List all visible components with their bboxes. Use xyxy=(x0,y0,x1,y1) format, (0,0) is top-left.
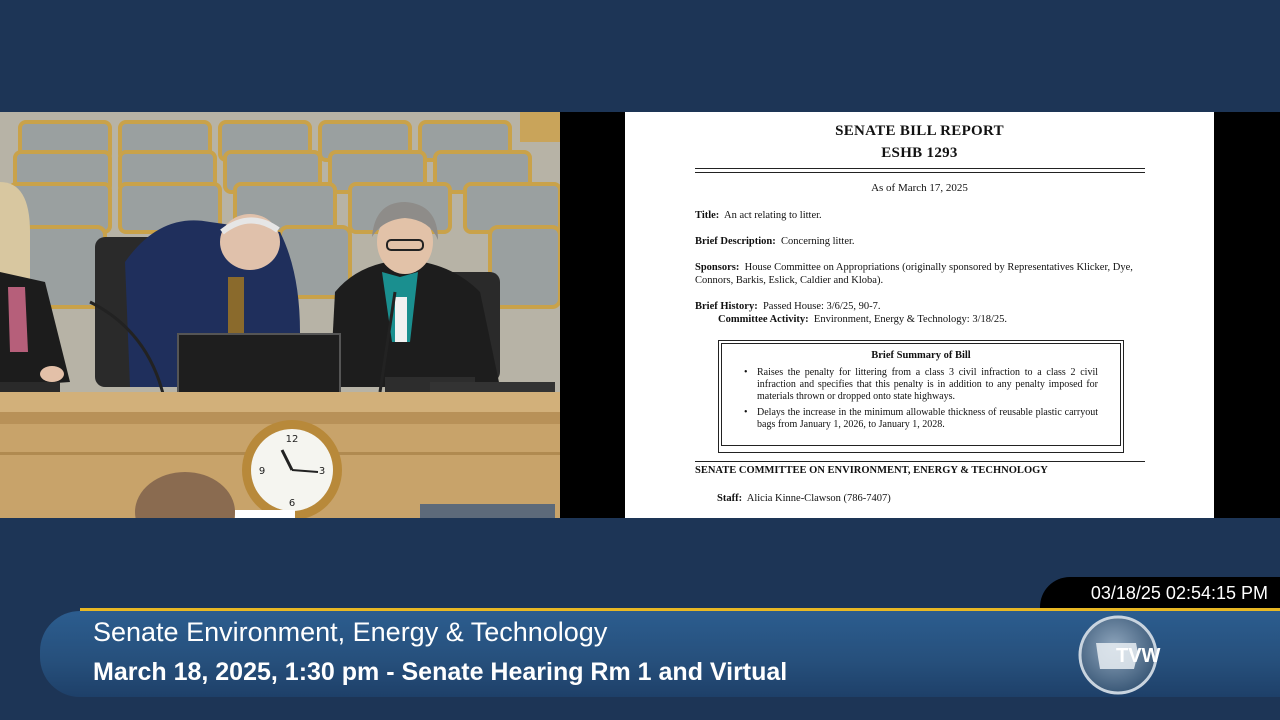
title-value: An act relating to litter. xyxy=(723,210,822,221)
staff-value: Alicia Kinne-Clawson (786-7407) xyxy=(746,493,891,504)
committee-divider xyxy=(695,461,1145,462)
sponsors-label: Sponsors: xyxy=(695,262,740,273)
committee-heading: SENATE COMMITTEE ON ENVIRONMENT, ENERGY … xyxy=(695,465,1048,476)
brief-history-label: Brief History: xyxy=(695,301,758,312)
hearing-room-scene: 12 3 6 9 xyxy=(0,112,560,518)
title-row: Title: An act relating to litter. xyxy=(695,209,1145,222)
summary-item: Raises the penalty for littering from a … xyxy=(744,367,1098,403)
brief-history-value: Passed House: 3/6/25, 90-7. xyxy=(762,301,881,312)
svg-text:12: 12 xyxy=(286,434,299,445)
svg-text:3: 3 xyxy=(319,466,325,477)
bill-number: ESHB 1293 xyxy=(881,145,958,161)
document-viewer: SENATE BILL REPORT ESHB 1293 As of March… xyxy=(560,112,1280,518)
brief-description-row: Brief Description: Concerning litter. xyxy=(695,235,1145,248)
svg-text:6: 6 xyxy=(289,498,295,509)
hearing-details: March 18, 2025, 1:30 pm - Senate Hearing… xyxy=(93,658,788,686)
brief-summary-box: Brief Summary of Bill Raises the penalty… xyxy=(718,340,1124,453)
brief-summary-list: Raises the penalty for littering from a … xyxy=(744,367,1098,431)
broadcast-timestamp: 03/18/25 02:54:15 PM xyxy=(1090,583,1268,603)
staff-label: Staff: xyxy=(717,493,743,504)
sponsors-value: House Committee on Appropriations (origi… xyxy=(695,262,1133,286)
brief-summary-title: Brief Summary of Bill xyxy=(871,350,971,361)
document-title: SENATE BILL REPORT ESHB 1293 xyxy=(625,120,1214,164)
title-divider xyxy=(695,168,1145,173)
timestamp-tab: 03/18/25 02:54:15 PM xyxy=(1040,577,1280,609)
senate-bill-report-page: SENATE BILL REPORT ESHB 1293 As of March… xyxy=(625,112,1214,518)
brief-description-label: Brief Description: xyxy=(695,236,776,247)
summary-item: Delays the increase in the minimum allow… xyxy=(744,407,1098,431)
brief-description-value: Concerning litter. xyxy=(781,236,855,247)
tvw-logo: TVW xyxy=(1078,615,1161,695)
committee-activity-label: Committee Activity: xyxy=(718,314,809,325)
committee-activity-row: Committee Activity: Environment, Energy … xyxy=(695,313,1168,326)
hearing-video-feed: 12 3 6 9 xyxy=(0,112,560,518)
title-label: Title: xyxy=(695,210,720,221)
logo-text: TVW xyxy=(1116,645,1161,667)
staff-row: Staff: Alicia Kinne-Clawson (786-7407) xyxy=(695,492,1167,505)
svg-text:9: 9 xyxy=(259,466,265,477)
sponsors-row: Sponsors: House Committee on Appropriati… xyxy=(695,261,1145,287)
as-of-date: As of March 17, 2025 xyxy=(871,182,968,194)
document-title-line1: SENATE BILL REPORT xyxy=(835,123,1004,139)
brief-history-row: Brief History: Passed House: 3/6/25, 90-… xyxy=(695,300,1145,313)
committee-activity-value: Environment, Energy & Technology: 3/18/2… xyxy=(813,314,1008,325)
committee-name: Senate Environment, Energy & Technology xyxy=(93,617,608,647)
